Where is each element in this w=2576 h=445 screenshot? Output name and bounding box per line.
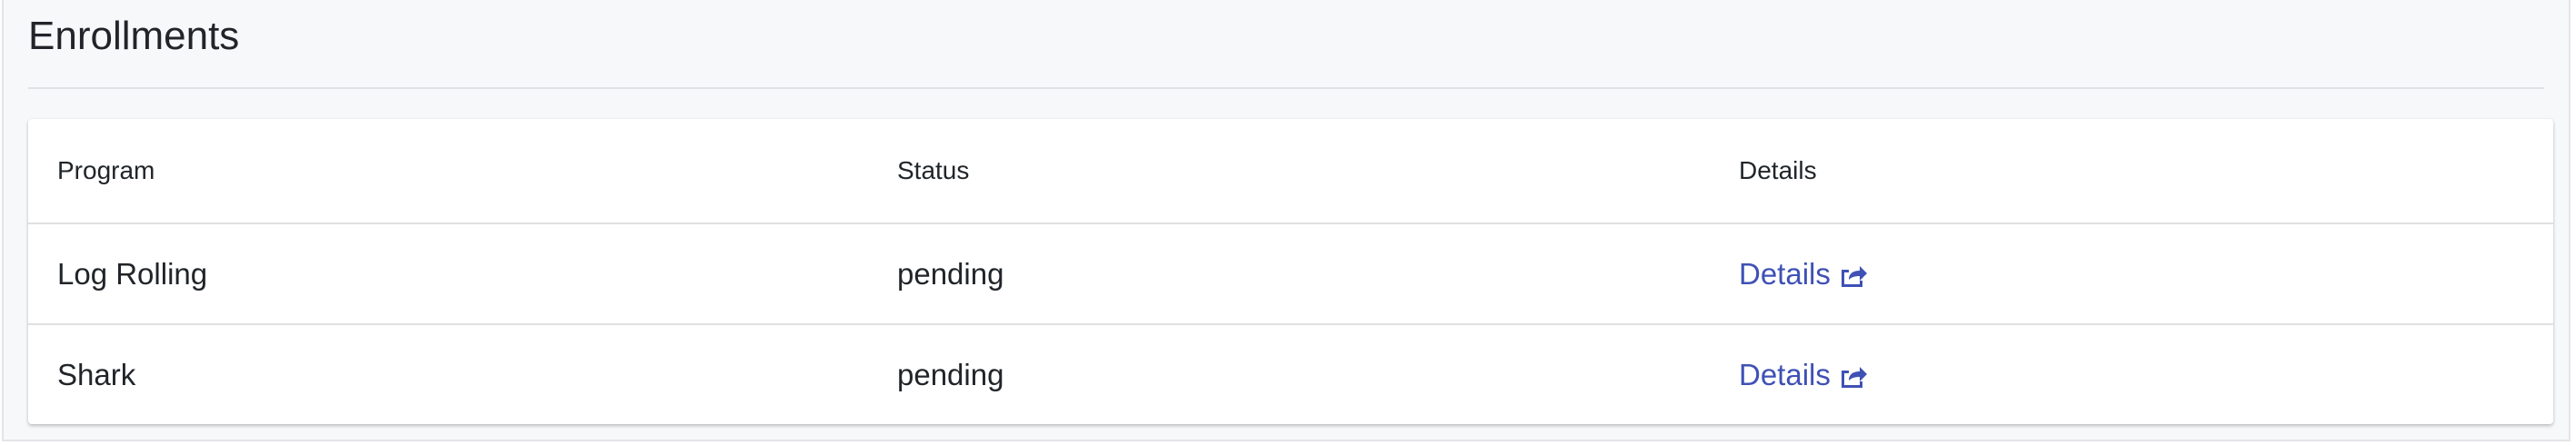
program-cell: Log Rolling <box>28 223 868 325</box>
status-cell: pending <box>868 223 1710 325</box>
details-link-label: Details <box>1739 357 1831 391</box>
enrollments-table-card: Program Status Details Log Rolling pendi… <box>28 119 2553 424</box>
column-header-program: Program <box>28 119 868 224</box>
column-header-details: Details <box>1710 119 2553 224</box>
status-cell: pending <box>897 357 1004 391</box>
table-row: Log Rolling pending Details <box>28 223 2553 325</box>
table-row: Shark pending Details <box>28 324 2553 424</box>
details-link[interactable]: Details <box>1739 358 1869 392</box>
title-divider <box>28 87 2544 89</box>
enrollments-panel: Enrollments Program Status Details Log R… <box>2 0 2571 441</box>
column-header-status: Status <box>868 119 1710 224</box>
external-link-icon <box>1838 362 1869 390</box>
details-cell: Details <box>1710 223 2553 325</box>
external-link-icon <box>1838 262 1869 289</box>
page-title: Enrollments <box>28 14 240 58</box>
details-link-label: Details <box>1739 256 1831 291</box>
table-header-row: Program Status Details <box>28 119 2553 224</box>
program-cell: Shark <box>57 357 136 391</box>
enrollments-table: Program Status Details Log Rolling pendi… <box>28 119 2553 424</box>
details-cell: Details <box>1710 324 2553 424</box>
details-link[interactable]: Details <box>1739 257 1869 292</box>
